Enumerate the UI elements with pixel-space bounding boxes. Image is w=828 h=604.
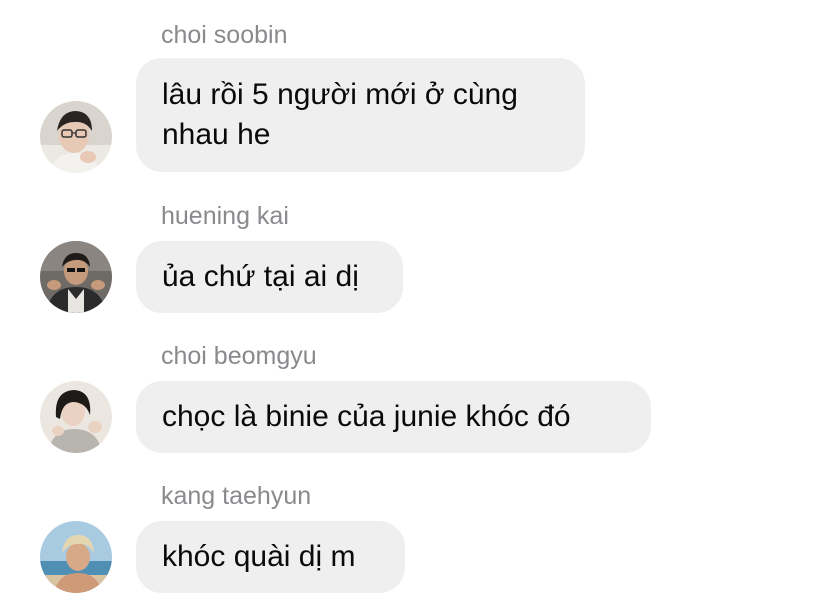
message-text-line: lâu rồi 5 người mới ở cùng [162, 78, 518, 111]
avatar-soobin-icon[interactable] [40, 101, 112, 173]
message-text-line: nhau he [162, 118, 271, 151]
message-group-hueningkai: huening kai ủa chứ tại ai dị [0, 201, 828, 316]
sender-name: choi beomgyu [161, 342, 317, 370]
avatar-taehyun-icon[interactable] [40, 521, 112, 593]
sender-name: choi soobin [161, 21, 288, 49]
message-group-beomgyu: choi beomgyu chọc là binie của junie khó… [0, 341, 828, 456]
message-bubble[interactable]: chọc là binie của junie khóc đó [136, 381, 651, 453]
avatar-beomgyu-icon[interactable] [40, 381, 112, 453]
sender-name: huening kai [161, 202, 289, 230]
message-text-line: khóc quài dị m [162, 540, 356, 573]
avatar-hueningkai-icon[interactable] [40, 241, 112, 313]
message-text-line: ủa chứ tại ai dị [162, 260, 359, 293]
message-group-taehyun: kang taehyun khóc quài dị m [0, 481, 828, 596]
message-bubble[interactable]: ủa chứ tại ai dị [136, 241, 403, 313]
message-bubble[interactable]: khóc quài dị m [136, 521, 405, 593]
message-group-soobin: choi soobin lâu rồi 5 người mới ở cùng n… [0, 20, 828, 175]
message-bubble[interactable]: lâu rồi 5 người mới ở cùng nhau he [136, 58, 585, 172]
message-text-line: chọc là binie của junie khóc đó [162, 400, 571, 433]
sender-name: kang taehyun [161, 482, 312, 510]
